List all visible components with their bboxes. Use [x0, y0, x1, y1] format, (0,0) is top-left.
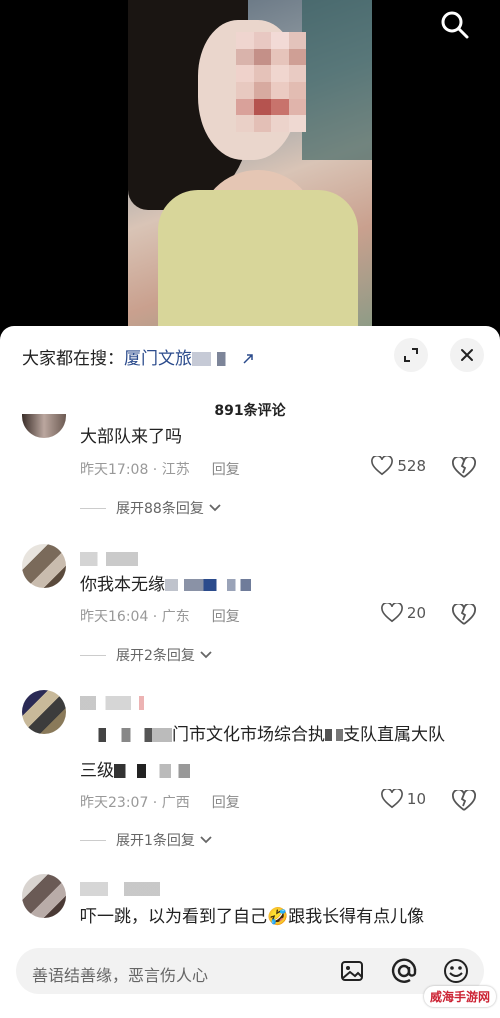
- expand-replies-button[interactable]: 展开88条回复: [80, 498, 222, 518]
- comment-meta: 昨天16:04 · 广东 回复: [80, 609, 240, 625]
- like-button[interactable]: 20: [381, 603, 426, 623]
- heart-icon: [371, 456, 394, 476]
- comment-location: 广西: [161, 795, 190, 811]
- video-player[interactable]: [0, 0, 500, 330]
- close-icon: [461, 349, 473, 361]
- close-button[interactable]: [450, 338, 484, 372]
- comment-text: 门市文化市场综合执 支队直属大队: [80, 722, 445, 748]
- comment-time: 昨天17:08: [80, 462, 149, 478]
- avatar[interactable]: [22, 874, 66, 918]
- comment-text-line2: 三级: [80, 758, 190, 784]
- watermark: 威海手游网: [423, 986, 496, 1007]
- video-frame: [128, 0, 372, 330]
- comment-text: 吓一跳，以为看到了自己🤣跟我长得有点儿像: [80, 907, 425, 927]
- comment-input-bar: 善语结善缘，恶言伤人心 威海手游网: [0, 938, 500, 1018]
- username-blurred: [80, 882, 160, 896]
- comment-meta: 昨天23:07 · 广西 回复: [80, 795, 240, 811]
- username-blurred: [80, 552, 138, 566]
- heart-icon: [381, 789, 403, 809]
- like-count: 528: [397, 457, 426, 475]
- comment-location: 广东: [161, 609, 190, 625]
- blurred-text: [165, 579, 251, 591]
- expand-replies-button[interactable]: 展开1条回复: [80, 830, 213, 850]
- laughing-emoji: 🤣: [267, 907, 289, 927]
- comment-count: 891条评论: [214, 403, 286, 419]
- reply-button[interactable]: 回复: [212, 462, 240, 478]
- like-count: 10: [406, 790, 426, 808]
- dislike-icon[interactable]: [452, 604, 476, 626]
- comments-sheet: 大家都在搜：厦门文旅 891条评论 大部队来了吗 昨天17:08 · 江苏 回复 …: [0, 326, 500, 1018]
- reply-button[interactable]: 回复: [212, 795, 240, 811]
- expand-button[interactable]: [394, 338, 428, 372]
- expand-replies-label: 展开2条回复: [116, 648, 195, 664]
- dislike-icon[interactable]: [452, 457, 476, 479]
- comment-input-placeholder: 善语结善缘，恶言伤人心: [32, 966, 209, 985]
- expand-replies-button[interactable]: 展开2条回复: [80, 645, 213, 665]
- like-count: 20: [406, 604, 426, 622]
- dislike-icon[interactable]: [452, 790, 476, 812]
- face-mosaic: [236, 32, 306, 132]
- like-button[interactable]: 528: [371, 456, 426, 476]
- avatar[interactable]: [22, 544, 66, 588]
- comment-time: 昨天23:07: [80, 795, 149, 811]
- image-icon[interactable]: [338, 957, 366, 985]
- like-button[interactable]: 10: [381, 789, 426, 809]
- blurred-text: [80, 728, 172, 742]
- avatar[interactable]: [22, 690, 66, 734]
- mention-icon[interactable]: [390, 957, 418, 985]
- blurred-text: [114, 764, 190, 778]
- comment-text: 你我本无缘: [80, 572, 251, 598]
- search-icon[interactable]: [440, 10, 470, 40]
- hot-search-arrow-icon: [243, 354, 253, 364]
- expand-replies-label: 展开88条回复: [116, 501, 204, 517]
- comment-location: 江苏: [161, 462, 190, 478]
- reply-button[interactable]: 回复: [212, 609, 240, 625]
- comment-meta: 昨天17:08 · 江苏 回复: [80, 462, 240, 478]
- expand-replies-label: 展开1条回复: [116, 833, 195, 849]
- emoji-icon[interactable]: [442, 957, 470, 985]
- chevron-down-icon: [200, 836, 212, 844]
- blurred-text: [192, 352, 240, 366]
- comment-time: 昨天16:04: [80, 609, 149, 625]
- hot-search-bar[interactable]: 大家都在搜：厦门文旅: [22, 344, 254, 369]
- blurred-text: [325, 729, 343, 741]
- hot-search-prefix: 大家都在搜：: [22, 349, 124, 369]
- comment-text: 大部队来了吗: [80, 427, 182, 447]
- chevron-down-icon: [200, 651, 212, 659]
- chevron-down-icon: [209, 504, 221, 512]
- avatar[interactable]: [22, 414, 66, 438]
- expand-icon: [404, 348, 418, 362]
- comment-input[interactable]: 善语结善缘，恶言伤人心: [16, 948, 484, 994]
- hot-search-query[interactable]: 厦门文旅: [124, 349, 192, 369]
- username-blurred: [80, 696, 144, 710]
- heart-icon: [381, 603, 403, 623]
